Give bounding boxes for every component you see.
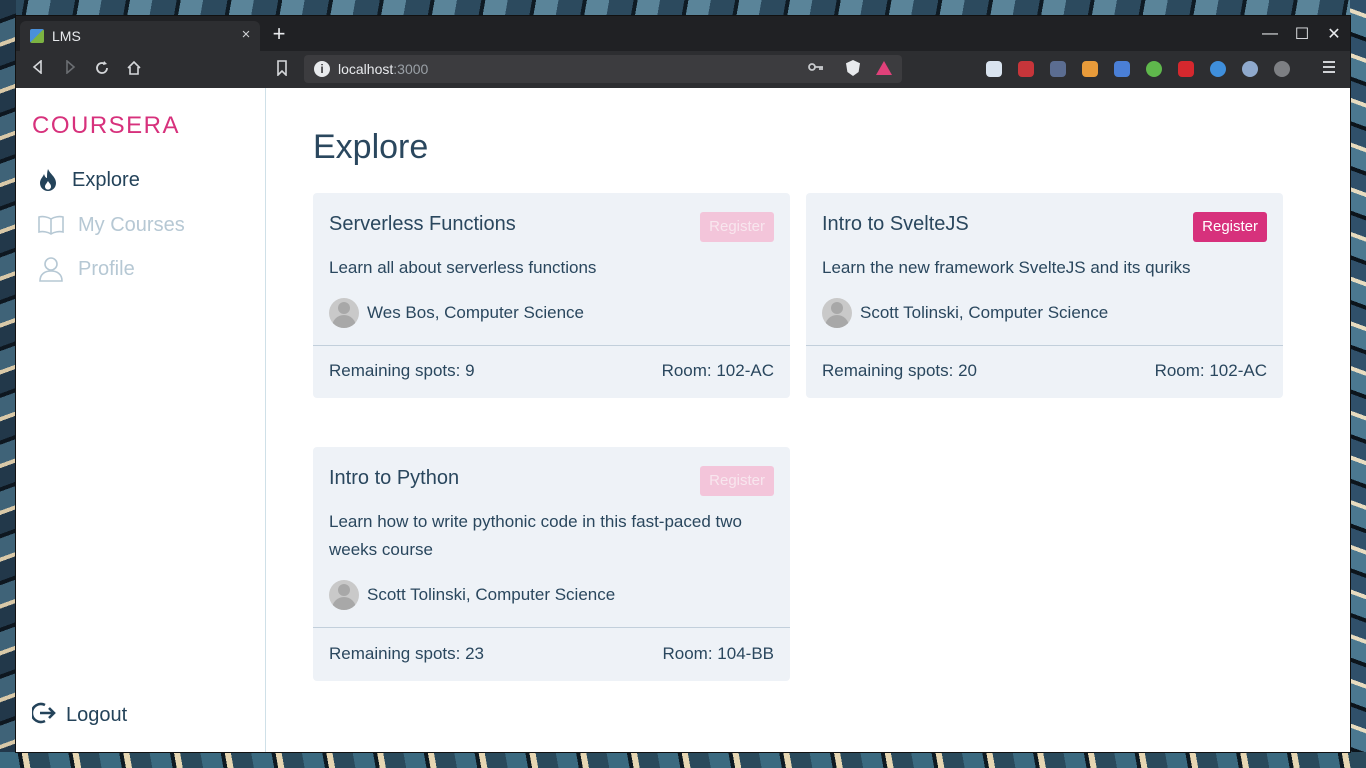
sidebar-item-label: My Courses — [78, 213, 185, 236]
extension-icon-10[interactable] — [1274, 61, 1290, 77]
desktop-wallpaper-right — [1350, 0, 1366, 768]
browser-tab[interactable]: LMS × — [20, 21, 260, 51]
url-text[interactable]: localhost:3000 — [338, 61, 428, 77]
browser-window: LMS × + — ☐ ✕ i localhost:3000 COURSERA … — [16, 16, 1350, 752]
favicon-icon — [30, 29, 44, 43]
course-card: Intro to SvelteJS Register Learn the new… — [806, 193, 1283, 398]
logout-label: Logout — [66, 704, 128, 726]
desktop-wallpaper-left — [0, 0, 16, 768]
room: Room: 102-AC — [661, 361, 774, 380]
brave-shield-icon[interactable] — [846, 60, 860, 76]
extension-icon-1[interactable] — [986, 61, 1002, 77]
sidebar-item-explore[interactable]: Explore — [36, 165, 140, 195]
instructor-name: Scott Tolinski, Computer Science — [860, 303, 1109, 322]
extension-icon-6[interactable] — [1146, 61, 1162, 77]
course-description: Learn the new framework SvelteJS and its… — [822, 258, 1191, 277]
window-controls: — ☐ ✕ — [1254, 16, 1350, 51]
card-divider — [313, 345, 790, 346]
extension-icon-3[interactable] — [1050, 61, 1066, 77]
flame-icon — [36, 168, 60, 192]
sidebar: COURSERA Explore My Courses Profile Logo… — [16, 88, 266, 752]
extension-icon-5[interactable] — [1114, 61, 1130, 77]
course-instructor: Wes Bos, Computer Science — [329, 298, 584, 328]
avatar — [822, 298, 852, 328]
forward-icon[interactable] — [60, 59, 80, 80]
extension-icon-8[interactable] — [1210, 61, 1226, 77]
new-tab-button[interactable]: + — [270, 23, 288, 45]
book-icon — [36, 213, 66, 237]
register-button[interactable]: Register — [700, 212, 774, 242]
sidebar-item-label: Explore — [72, 168, 140, 191]
key-icon[interactable] — [808, 60, 824, 76]
maximize-button[interactable]: ☐ — [1286, 16, 1318, 51]
extension-icon-7[interactable] — [1178, 61, 1194, 77]
browser-toolbar: i localhost:3000 — [16, 51, 1350, 88]
url-port: :3000 — [393, 61, 429, 77]
site-info-icon[interactable]: i — [314, 61, 330, 77]
course-description: Learn how to write pythonic code in this… — [329, 512, 742, 559]
url-host: localhost — [338, 61, 394, 77]
register-button[interactable]: Register — [1193, 212, 1267, 242]
reload-icon[interactable] — [92, 60, 112, 80]
instructor-name: Scott Tolinski, Computer Science — [367, 585, 616, 604]
room: Room: 104-BB — [662, 644, 775, 663]
close-window-button[interactable]: ✕ — [1318, 16, 1350, 51]
course-title: Intro to Python — [329, 467, 460, 489]
back-icon[interactable] — [28, 59, 48, 80]
page-content: COURSERA Explore My Courses Profile Logo… — [16, 88, 1350, 752]
sidebar-item-label: Profile — [78, 257, 135, 280]
course-description: Learn all about serverless functions — [329, 258, 597, 277]
bookmark-icon[interactable] — [272, 60, 292, 80]
course-instructor: Scott Tolinski, Computer Science — [822, 298, 1108, 328]
course-instructor: Scott Tolinski, Computer Science — [329, 580, 615, 610]
user-icon — [36, 257, 66, 282]
minimize-button[interactable]: — — [1254, 16, 1286, 51]
extension-icon-9[interactable] — [1242, 61, 1258, 77]
course-card: Serverless Functions Register Learn all … — [313, 193, 790, 398]
menu-icon[interactable] — [1322, 60, 1336, 79]
sidebar-item-profile[interactable]: Profile — [36, 254, 135, 284]
address-bar[interactable]: i localhost:3000 — [304, 55, 902, 83]
browser-titlebar: LMS × + — ☐ ✕ — [16, 16, 1350, 51]
logout-button[interactable]: Logout — [30, 702, 128, 729]
extension-icon-4[interactable] — [1082, 61, 1098, 77]
logout-icon — [30, 702, 56, 729]
course-card: Intro to Python Register Learn how to wr… — [313, 447, 790, 681]
main-content: Explore Serverless Functions Register Le… — [266, 88, 1350, 752]
tab-close-icon[interactable]: × — [238, 26, 254, 43]
avatar — [329, 298, 359, 328]
remaining-spots: Remaining spots: 23 — [329, 644, 484, 663]
desktop-wallpaper-bottom — [0, 752, 1366, 768]
card-divider — [313, 627, 790, 628]
desktop-wallpaper — [0, 0, 1366, 16]
remaining-spots: Remaining spots: 20 — [822, 361, 977, 380]
instructor-name: Wes Bos, Computer Science — [367, 303, 584, 322]
sidebar-item-my-courses[interactable]: My Courses — [36, 210, 185, 240]
brand-logo[interactable]: COURSERA — [32, 112, 180, 140]
tab-title: LMS — [52, 28, 81, 44]
extension-icon-2[interactable] — [1018, 61, 1034, 77]
page-title: Explore — [313, 128, 429, 166]
card-divider — [806, 345, 1283, 346]
register-button[interactable]: Register — [700, 466, 774, 496]
remaining-spots: Remaining spots: 9 — [329, 361, 475, 380]
home-icon[interactable] — [124, 60, 144, 80]
avatar — [329, 580, 359, 610]
brave-rewards-icon[interactable] — [876, 61, 892, 75]
course-title: Intro to SvelteJS — [822, 213, 969, 235]
course-title: Serverless Functions — [329, 213, 516, 235]
room: Room: 102-AC — [1154, 361, 1267, 380]
